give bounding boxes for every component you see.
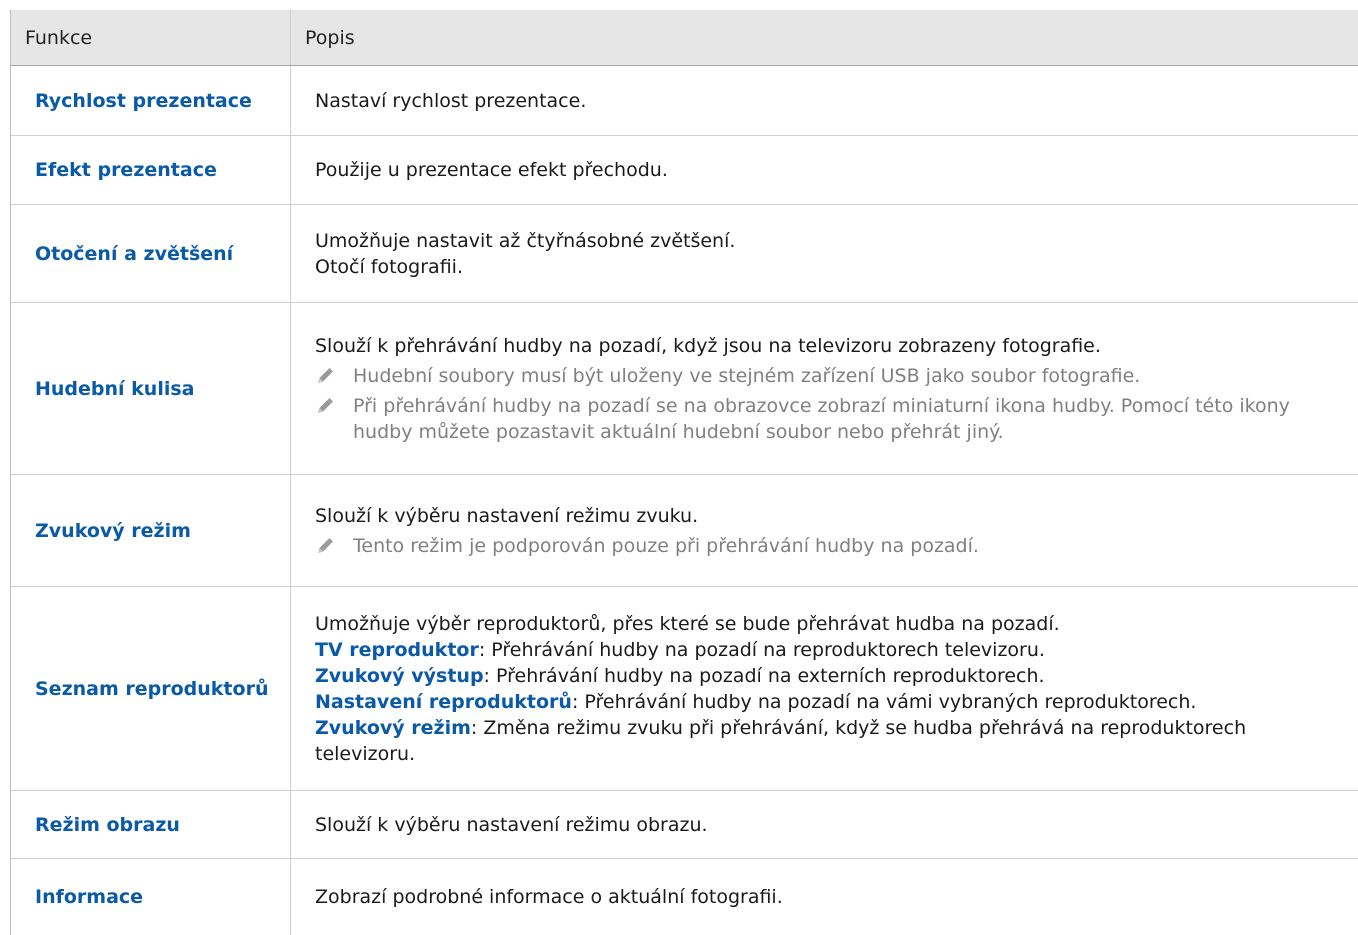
function-name: Seznam reproduktorů <box>11 587 291 790</box>
function-description: Slouží k výběru nastavení režimu obrazu. <box>291 791 1358 858</box>
function-description: Zobrazí podrobné informace o aktuální fo… <box>291 859 1358 935</box>
option-text: : Přehrávání hudby na pozadí na reproduk… <box>478 638 1045 661</box>
function-name: Režim obrazu <box>11 791 291 858</box>
description-line: Umožňuje výběr reproduktorů, přes které … <box>315 612 1060 635</box>
function-name: Rychlost prezentace <box>11 66 291 135</box>
description-line: Použije u prezentace efekt přechodu. <box>315 159 668 181</box>
note: Hudební soubory musí být uloženy ve stej… <box>315 363 1344 389</box>
function-name: Efekt prezentace <box>11 136 291 204</box>
table-row: Zvukový režim Slouží k výběru nastavení … <box>11 475 1358 587</box>
table-row: Rychlost prezentace Nastaví rychlost pre… <box>11 66 1358 136</box>
function-description: Umožňuje nastavit až čtyřnásobné zvětšen… <box>291 205 1358 302</box>
header-description: Popis <box>305 26 355 49</box>
option-term: Zvukový režim <box>315 716 471 739</box>
description-line: Slouží k výběru nastavení režimu obrazu. <box>315 813 708 836</box>
function-description: Umožňuje výběr reproduktorů, přes které … <box>291 587 1358 790</box>
table-header: Funkce Popis <box>11 10 1358 66</box>
note-text: Tento režim je podporován pouze při přeh… <box>353 534 979 557</box>
description-line: Slouží k výběru nastavení režimu zvuku. <box>315 504 699 527</box>
header-function: Funkce <box>11 10 291 65</box>
function-table: Funkce Popis Rychlost prezentace Nastaví… <box>10 10 1358 935</box>
description-line: Umožňuje nastavit až čtyřnásobné zvětšen… <box>315 229 736 252</box>
function-name: Zvukový režim <box>11 475 291 586</box>
table-row: Hudební kulisa Slouží k přehrávání hudby… <box>11 303 1358 475</box>
note: Při přehrávání hudby na pozadí se na obr… <box>315 393 1344 445</box>
pencil-note-icon <box>315 363 353 389</box>
option-text: : Přehrávání hudby na pozadí na vámi vyb… <box>571 690 1197 713</box>
option-term: Nastavení reproduktorů <box>315 690 572 713</box>
function-name: Hudební kulisa <box>11 303 291 474</box>
option-text: : Přehrávání hudby na pozadí na externíc… <box>483 664 1045 687</box>
note-text: Hudební soubory musí být uloženy ve stej… <box>353 364 1141 387</box>
description-line: Nastaví rychlost prezentace. <box>315 89 587 112</box>
table-row: Režim obrazu Slouží k výběru nastavení r… <box>11 791 1358 859</box>
note: Tento režim je podporován pouze při přeh… <box>315 533 1344 559</box>
speaker-option: Zvukový výstup: Přehrávání hudby na poza… <box>315 663 1344 689</box>
note-text: Při přehrávání hudby na pozadí se na obr… <box>353 394 1290 443</box>
table-row: Efekt prezentace Použije u prezentace ef… <box>11 136 1358 205</box>
function-description: Slouží k výběru nastavení režimu zvuku. … <box>291 475 1358 586</box>
table-row: Informace Zobrazí podrobné informace o a… <box>11 859 1358 935</box>
function-name: Informace <box>11 859 291 935</box>
speaker-option: Nastavení reproduktorů: Přehrávání hudby… <box>315 689 1344 715</box>
description-line: Slouží k přehrávání hudby na pozadí, kdy… <box>315 334 1101 357</box>
function-description: Použije u prezentace efekt přechodu. <box>291 136 1358 204</box>
function-name: Otočení a zvětšení <box>11 205 291 302</box>
pencil-note-icon <box>315 393 353 445</box>
table-row: Otočení a zvětšení Umožňuje nastavit až … <box>11 205 1358 303</box>
function-description: Nastaví rychlost prezentace. <box>291 66 1358 135</box>
option-term: Zvukový výstup <box>315 664 484 687</box>
pencil-note-icon <box>315 533 353 559</box>
description-line: Zobrazí podrobné informace o aktuální fo… <box>315 886 783 908</box>
table-row: Seznam reproduktorů Umožňuje výběr repro… <box>11 587 1358 791</box>
speaker-option: Zvukový režim: Změna režimu zvuku při př… <box>315 715 1344 767</box>
option-term: TV reproduktor <box>315 638 479 661</box>
function-description: Slouží k přehrávání hudby na pozadí, kdy… <box>291 303 1358 474</box>
speaker-option: TV reproduktor: Přehrávání hudby na poza… <box>315 637 1344 663</box>
description-line: Otočí fotografii. <box>315 255 463 278</box>
